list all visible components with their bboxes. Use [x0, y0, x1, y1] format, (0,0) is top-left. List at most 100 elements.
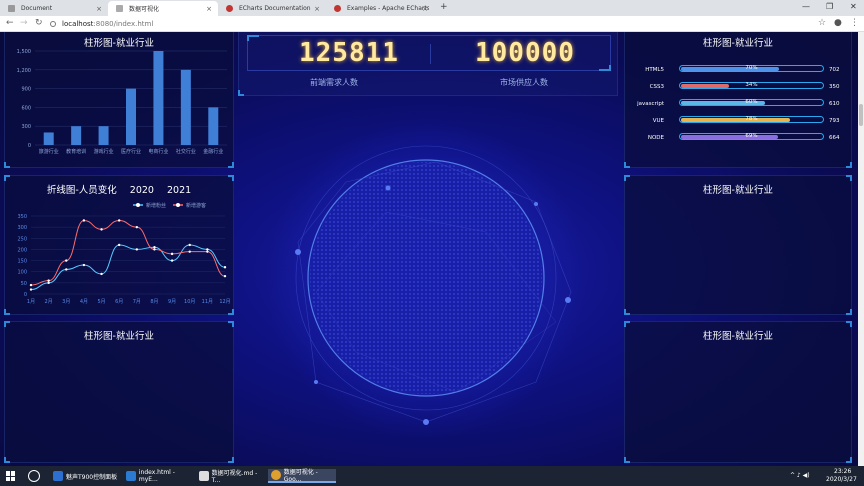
clock-time[interactable]: 23:26 — [834, 468, 851, 475]
panel-corner — [4, 321, 10, 327]
skill-bar-row: VUE 78% 793 — [625, 116, 853, 126]
skill-label: VUE — [652, 118, 664, 124]
maximize-button[interactable]: ❐ — [826, 2, 833, 11]
close-icon[interactable]: × — [314, 5, 320, 13]
bar — [208, 107, 219, 145]
series-line — [30, 219, 226, 286]
x-tick-label: 2月 — [45, 299, 53, 305]
legend-label: 新增游客 — [186, 202, 206, 209]
skill-percent: 78% — [745, 116, 758, 122]
tab-title: ECharts Documentation — [239, 5, 311, 12]
panel-corner — [4, 457, 10, 463]
skill-label: NODE — [647, 135, 664, 141]
skill-bar-row: CSS3 34% 350 — [625, 82, 853, 92]
taskbar-item-vscode[interactable]: index.html - myE... — [123, 469, 195, 483]
menu-icon[interactable]: ⋮ — [850, 18, 859, 28]
taskbar-item-control-panel[interactable]: 魅声T900控制面板 — [50, 469, 120, 483]
scrollbar-thumb[interactable] — [859, 104, 863, 126]
panel-corner — [846, 175, 852, 181]
close-icon[interactable]: × — [96, 5, 102, 13]
panel-corner — [238, 90, 244, 96]
data-point — [65, 268, 68, 271]
y-tick-label: 300 — [21, 124, 31, 130]
start-icon[interactable] — [6, 471, 16, 481]
echarts-icon — [226, 5, 233, 12]
taskbar-item-chrome[interactable]: 数据可视化 - Goo... — [268, 469, 336, 483]
supply-label: 市场供应人数 — [500, 78, 548, 87]
x-tick-label: 5月 — [97, 299, 105, 305]
panel-corner — [624, 162, 630, 168]
y-tick-label: 600 — [21, 105, 31, 111]
skill-value: 350 — [829, 84, 840, 90]
right-mid-panel: 柱形图-就业行业 — [624, 175, 852, 315]
page-scrollbar[interactable] — [858, 32, 864, 466]
info-icon — [50, 21, 56, 27]
system-tray-icons[interactable]: ^ ♪ ◀) — [790, 472, 810, 479]
clock-date[interactable]: 2020/3/27 — [826, 476, 857, 483]
data-point — [135, 225, 139, 229]
skill-track: 78% — [679, 116, 824, 123]
panel-corner — [624, 309, 630, 315]
minimize-button[interactable]: — — [802, 2, 810, 11]
chrome-icon — [271, 470, 281, 480]
data-point — [206, 248, 209, 251]
y-tick-label: 0 — [24, 292, 27, 298]
x-tick-label: 医疗行业 — [121, 148, 141, 155]
panel-title: 柱形图-就业行业 — [703, 331, 773, 342]
reload-button[interactable]: ↻ — [35, 18, 43, 28]
skill-bars: HTML5 70% 702 CSS3 34% 350 javascript 60% 610 VUE… — [625, 65, 853, 155]
x-tick-label: 3月 — [62, 299, 70, 305]
x-tick-label: 金融行业 — [203, 148, 223, 155]
new-tab-button[interactable]: + — [440, 2, 448, 12]
bookmark-star-icon[interactable]: ☆ — [818, 18, 826, 28]
legend-label: 新增粉丝 — [146, 202, 166, 209]
cortana-icon[interactable] — [28, 470, 40, 482]
x-tick-label: 教育培训 — [66, 148, 86, 155]
panel-corner — [228, 457, 234, 463]
profile-icon[interactable]: ● — [834, 18, 842, 28]
skill-value: 664 — [829, 135, 840, 141]
skill-bar-row: javascript 60% 610 — [625, 99, 853, 109]
taskbar-item-label: 数据可视化 - Goo... — [283, 469, 318, 483]
data-point — [100, 272, 103, 276]
panel-corner — [624, 175, 630, 181]
tab-echarts-examples[interactable]: Examples - Apache ECharts (in × — [326, 1, 434, 16]
y-tick-label: 150 — [17, 259, 27, 265]
skill-track: 70% — [679, 65, 824, 72]
close-icon[interactable]: × — [422, 5, 428, 13]
x-tick-label: 11月 — [202, 299, 213, 305]
address-bar-row: ← → ↻ localhost :8080/index.html ☆ ● ⋮ — [0, 16, 864, 32]
x-tick-label: 9月 — [168, 299, 176, 305]
legend-marker — [136, 203, 140, 207]
tab-document[interactable]: Document × — [0, 1, 108, 16]
tab-dashboard[interactable]: 数据可视化 × — [108, 1, 218, 16]
taskbar-item-label: 魅声T900控制面板 — [66, 473, 118, 481]
forward-button[interactable]: → — [20, 18, 28, 28]
data-point — [170, 252, 174, 256]
number-divider — [430, 44, 431, 64]
skill-value: 702 — [829, 67, 840, 73]
close-icon[interactable]: × — [206, 5, 212, 13]
url-field[interactable]: localhost :8080/index.html — [50, 18, 805, 30]
y-tick-label: 200 — [17, 247, 27, 253]
skill-bar-row: NODE 69% 664 — [625, 133, 853, 143]
y-tick-label: 250 — [17, 236, 27, 242]
skill-percent: 69% — [745, 133, 758, 139]
bar — [98, 126, 109, 145]
back-button[interactable]: ← — [6, 18, 14, 28]
panel-title: 柱形图-就业行业 — [703, 38, 773, 49]
data-point — [117, 243, 121, 247]
skill-value: 610 — [829, 101, 840, 107]
data-point — [188, 243, 191, 247]
bar — [43, 132, 54, 145]
bar — [153, 51, 164, 145]
data-point — [47, 279, 50, 282]
skill-track: 60% — [679, 99, 824, 106]
taskbar-item-typora[interactable]: 数据可视化.md - T... — [196, 469, 266, 484]
tab-echarts-docs[interactable]: ECharts Documentation × — [218, 1, 326, 16]
close-window-button[interactable]: ✕ — [850, 2, 857, 11]
skill-label: HTML5 — [645, 67, 664, 73]
x-tick-label: 1月 — [27, 299, 35, 305]
frame-corner — [247, 35, 259, 41]
y-tick-label: 300 — [17, 225, 27, 231]
